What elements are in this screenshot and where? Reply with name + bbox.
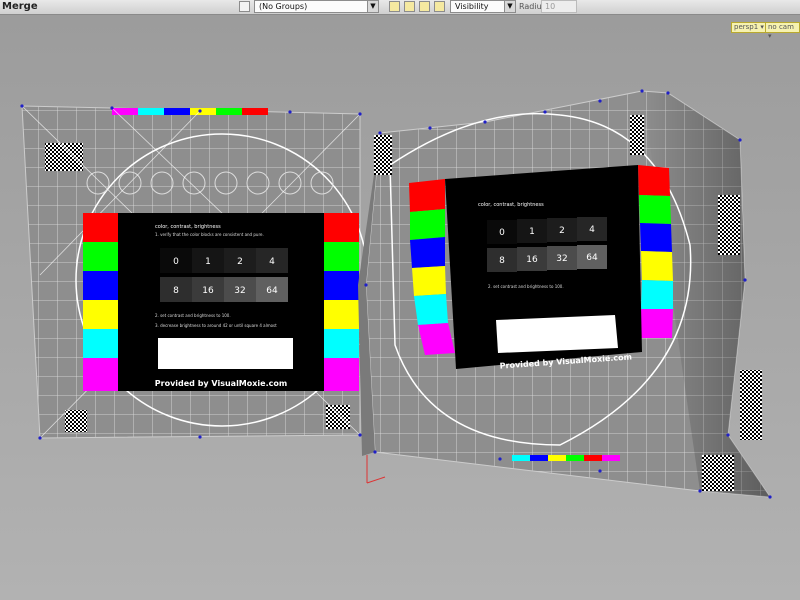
swatch-label: 16 bbox=[202, 286, 214, 296]
cursor-tool-icon[interactable] bbox=[239, 1, 250, 12]
swatch-label: 64 bbox=[266, 286, 278, 296]
swatch-label: 2 bbox=[237, 257, 243, 267]
checker-patch bbox=[326, 405, 350, 429]
card-step3: 3. decrease brightness to around 42 or u… bbox=[155, 323, 277, 328]
card-header: color, contrast, brightness bbox=[155, 224, 221, 230]
left-black-card: color, contrast, brightness 1. verify th… bbox=[118, 213, 324, 391]
color-bar-bottom bbox=[512, 455, 620, 461]
checker-patch bbox=[740, 370, 762, 440]
swatch-label: 0 bbox=[499, 228, 505, 238]
remove-group-icon[interactable] bbox=[404, 1, 415, 12]
add-group-icon[interactable] bbox=[389, 1, 400, 12]
scene: color, contrast, brightness 1. verify th… bbox=[20, 89, 772, 499]
window-title: Merge bbox=[2, 1, 38, 12]
checker-patch bbox=[374, 135, 392, 175]
swatch-label: 32 bbox=[556, 254, 567, 264]
card-step2: 2. set contrast and brightness to 100. bbox=[488, 284, 564, 289]
card-step1: 1. verify that the color blocks are cons… bbox=[155, 232, 264, 237]
checker-patch bbox=[65, 410, 87, 432]
swatch-label: 64 bbox=[586, 253, 598, 263]
color-bar-top bbox=[112, 108, 268, 115]
swatch-label: 4 bbox=[269, 257, 275, 267]
swatch-label: 1 bbox=[205, 257, 211, 267]
left-test-card: color, contrast, brightness 1. verify th… bbox=[21, 105, 369, 439]
swatch-label: 4 bbox=[589, 225, 595, 235]
deselect-group-icon[interactable] bbox=[434, 1, 445, 12]
card-header: color, contrast, brightness bbox=[478, 202, 544, 208]
swatch-label: 1 bbox=[529, 227, 535, 237]
groups-select[interactable]: (No Groups) ▼ bbox=[254, 0, 379, 13]
groups-select-value: (No Groups) bbox=[259, 2, 308, 11]
swatch-label: 2 bbox=[559, 226, 565, 236]
swatch-label: 16 bbox=[526, 255, 538, 265]
chevron-down-icon: ▼ bbox=[504, 1, 515, 12]
swatch-label: 0 bbox=[173, 257, 179, 267]
checker-patch bbox=[702, 455, 734, 491]
checker-patch bbox=[630, 115, 644, 155]
mode-select-value: Visibility bbox=[455, 2, 489, 11]
provided-by-label: Provided by VisualMoxie.com bbox=[155, 379, 287, 388]
right-black-card: color, contrast, brightness 0 1 2 4 8 16… bbox=[445, 165, 642, 371]
swatch-label: 32 bbox=[234, 286, 245, 296]
chevron-down-icon: ▼ bbox=[367, 1, 378, 12]
toolbar: Merge (No Groups) ▼ Visibility ▼ Radius … bbox=[0, 0, 800, 15]
mode-select[interactable]: Visibility ▼ bbox=[450, 0, 516, 13]
swatch-label: 8 bbox=[499, 256, 505, 266]
select-group-icon[interactable] bbox=[419, 1, 430, 12]
card-step2: 2. set contrast and brightness to 100. bbox=[155, 313, 231, 318]
swatch-label: 8 bbox=[173, 286, 179, 296]
checker-patch bbox=[718, 195, 740, 255]
radius-input[interactable]: 10 bbox=[541, 0, 577, 13]
axis-gizmo bbox=[366, 455, 386, 484]
